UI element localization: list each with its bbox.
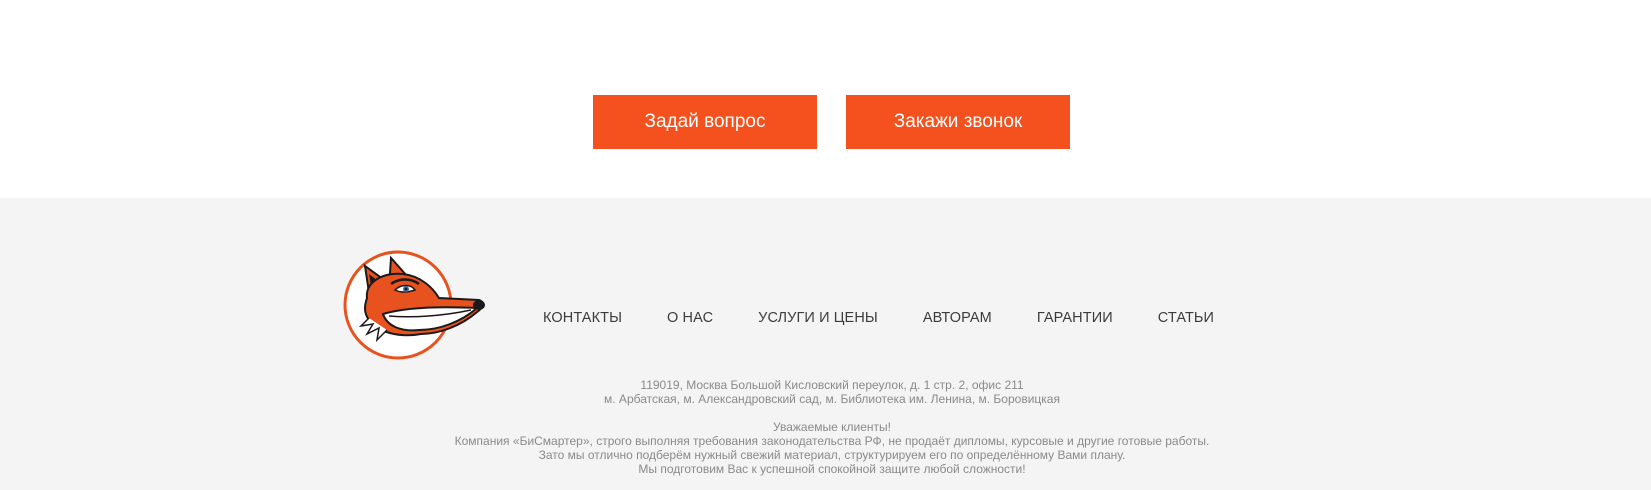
ask-question-button[interactable]: Задай вопрос [593, 95, 817, 149]
nav-link-about[interactable]: О НАС [667, 310, 713, 332]
nav-link-contacts[interactable]: КОНТАКТЫ [543, 310, 622, 332]
nav-link-authors[interactable]: АВТОРАМ [923, 310, 992, 332]
footer: КОНТАКТЫ О НАС УСЛУГИ И ЦЕНЫ АВТОРАМ ГАР… [0, 198, 1651, 490]
cta-section: Задай вопрос Закажи звонок [0, 0, 1651, 198]
address-line: 119019, Москва Большой Кисловский переул… [640, 378, 1024, 392]
nav-link-guarantees[interactable]: ГАРАНТИИ [1037, 310, 1113, 332]
nav-link-articles[interactable]: СТАТЬИ [1158, 310, 1214, 332]
metro-line: м. Арбатская, м. Александровский сад, м.… [604, 392, 1060, 406]
notice-line: Компания «БиСмартер», строго выполняя тр… [454, 434, 1210, 448]
notice-line: Зато мы отлично подберём нужный свежий м… [538, 448, 1126, 462]
nav-link-services-prices[interactable]: УСЛУГИ И ЦЕНЫ [758, 310, 878, 332]
notice-line: Мы подготовим Вас к успешной спокойной з… [638, 462, 1026, 476]
fox-logo-icon[interactable] [343, 248, 485, 360]
footer-nav: КОНТАКТЫ О НАС УСЛУГИ И ЦЕНЫ АВТОРАМ ГАР… [543, 310, 1214, 332]
notice-title: Уважаемые клиенты! [773, 420, 891, 434]
order-call-button[interactable]: Закажи звонок [846, 95, 1070, 149]
footer-info: 119019, Москва Большой Кисловский переул… [0, 378, 1651, 476]
